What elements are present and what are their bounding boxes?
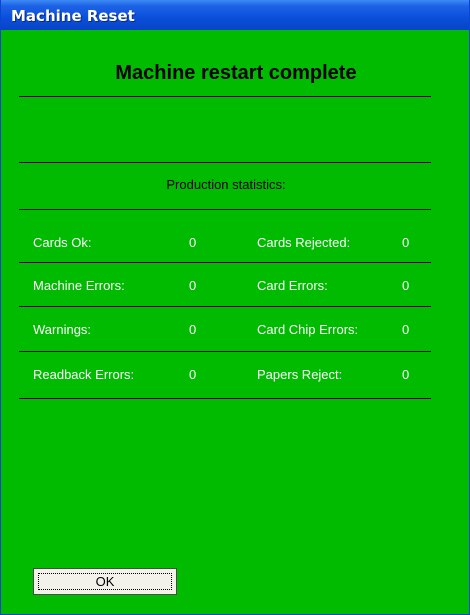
stat-label-papers-reject: Papers Reject: — [257, 367, 343, 382]
stat-value-card-errors: 0 — [402, 278, 410, 293]
divider — [19, 306, 431, 307]
stat-label-cards-ok: Cards Ok: — [33, 235, 92, 250]
statistics-title: Production statistics: — [166, 177, 286, 192]
dialog-heading: Machine restart complete — [115, 62, 357, 84]
divider — [19, 351, 431, 352]
stat-value-warnings: 0 — [189, 322, 197, 337]
window-title: Machine Reset — [11, 7, 135, 25]
stat-value-readback-errors: 0 — [189, 367, 197, 382]
machine-reset-dialog: Machine Reset Machine restart complete P… — [0, 0, 470, 615]
divider — [19, 398, 431, 399]
stat-value-machine-errors: 0 — [189, 278, 197, 293]
divider — [19, 262, 431, 263]
stat-label-readback-errors: Readback Errors: — [33, 367, 135, 382]
ok-button-label: OK — [95, 574, 115, 589]
stat-label-machine-errors: Machine Errors: — [33, 278, 125, 293]
stat-label-card-chip-errors: Card Chip Errors: — [257, 322, 359, 337]
stat-label-cards-rejected: Cards Rejected: — [257, 235, 351, 250]
title-bar[interactable]: Machine Reset — [1, 0, 469, 30]
ok-button[interactable]: OK — [33, 568, 177, 595]
divider — [19, 209, 431, 210]
divider — [19, 96, 431, 97]
stat-value-card-chip-errors: 0 — [402, 322, 410, 337]
stat-value-papers-reject: 0 — [402, 367, 410, 382]
divider — [19, 162, 431, 163]
stat-label-card-errors: Card Errors: — [257, 278, 328, 293]
stat-value-cards-ok: 0 — [189, 235, 197, 250]
stat-label-warnings: Warnings: — [33, 322, 92, 337]
stat-value-cards-rejected: 0 — [402, 235, 410, 250]
